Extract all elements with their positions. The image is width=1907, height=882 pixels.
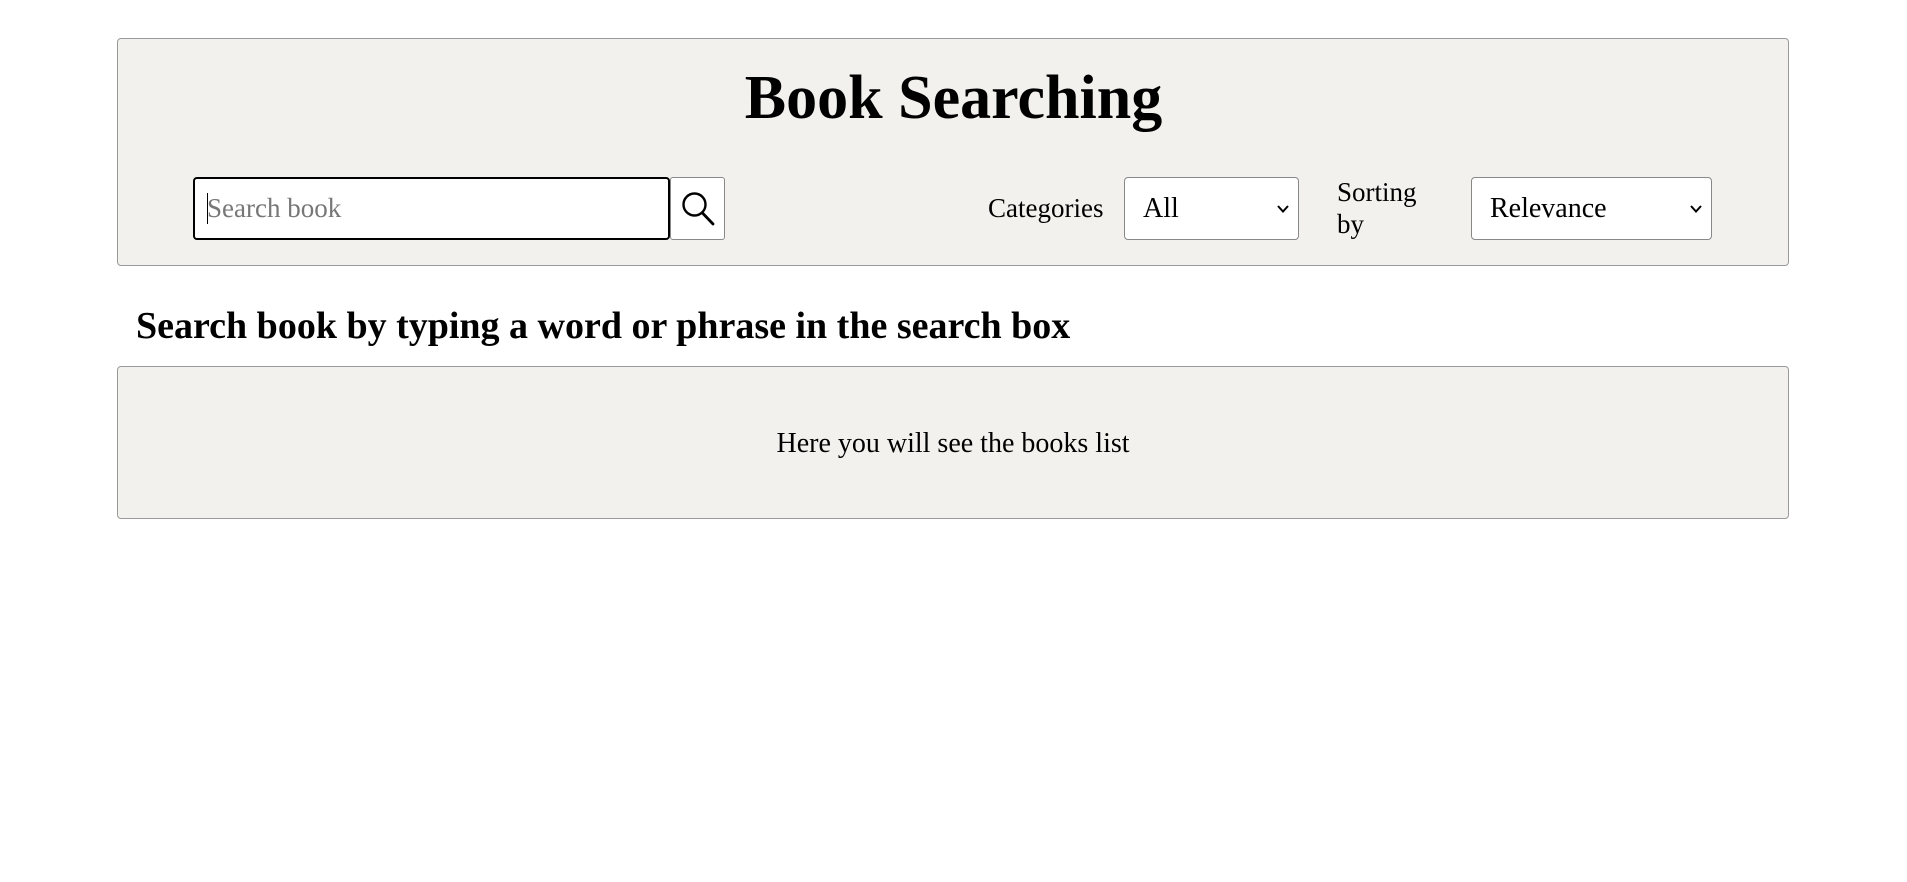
results-panel: Here you will see the books list <box>117 366 1789 519</box>
chevron-down-icon <box>1690 204 1702 213</box>
categories-select[interactable]: All <box>1124 177 1299 240</box>
search-button[interactable] <box>670 177 725 240</box>
categories-selected-value: All <box>1143 192 1179 224</box>
chevron-down-icon <box>1277 204 1289 213</box>
sort-select[interactable]: Relevance <box>1471 177 1712 240</box>
search-instruction-heading: Search book by typing a word or phrase i… <box>136 305 1071 347</box>
categories-label: Categories <box>988 193 1104 223</box>
search-icon <box>681 191 714 225</box>
results-placeholder-text: Here you will see the books list <box>776 428 1130 459</box>
text-cursor <box>207 193 208 224</box>
page-title: Book Searching <box>744 64 1163 132</box>
sorting-label: Sorting by <box>1337 177 1417 239</box>
search-input[interactable] <box>193 177 670 240</box>
sort-selected-value: Relevance <box>1490 192 1607 224</box>
